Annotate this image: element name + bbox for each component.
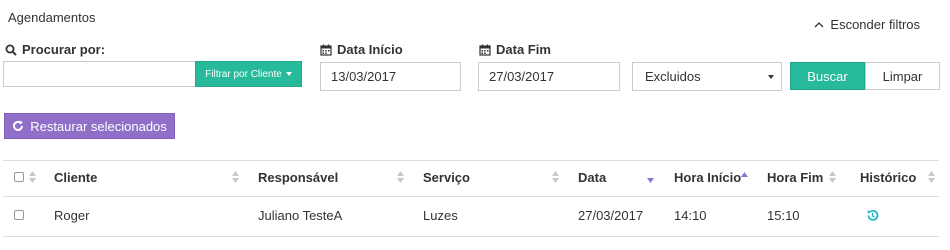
- page-title: Agendamentos: [8, 10, 96, 25]
- select-arrow-icon: [768, 74, 774, 79]
- restore-selected-button[interactable]: Restaurar selecionados: [4, 113, 175, 139]
- chevron-up-icon: [814, 22, 824, 28]
- sort-icon[interactable]: [232, 171, 239, 183]
- filter-client-label: Filtrar por Cliente: [205, 68, 282, 80]
- sort-icon[interactable]: [829, 171, 836, 183]
- calendar-icon: [479, 44, 491, 56]
- refresh-icon: [13, 120, 24, 131]
- cell-responsavel: Juliano TesteA: [258, 208, 343, 223]
- toggle-filters-label: Esconder filtros: [830, 17, 920, 32]
- row-checkbox[interactable]: [14, 210, 24, 220]
- sort-icon[interactable]: [29, 171, 36, 183]
- status-select-value: Excluidos: [645, 69, 701, 84]
- search-group: Filtrar por Cliente: [3, 61, 302, 87]
- restore-selected-label: Restaurar selecionados: [30, 118, 167, 134]
- select-all-checkbox[interactable]: [14, 172, 24, 182]
- clear-button[interactable]: Limpar: [865, 62, 940, 90]
- cell-cliente: Roger: [54, 208, 90, 223]
- table-top-border: [3, 160, 939, 161]
- start-date-label: Data Início: [320, 42, 403, 57]
- column-header-servico[interactable]: Serviço: [423, 170, 470, 185]
- column-header-hora-inicio[interactable]: Hora Início: [674, 170, 741, 185]
- search-button[interactable]: Buscar: [790, 62, 865, 90]
- sort-descending-icon[interactable]: [647, 177, 654, 184]
- sort-icon[interactable]: [928, 171, 935, 183]
- cell-hora-fim: 15:10: [767, 208, 800, 223]
- end-date-label-text: Data Fim: [496, 42, 551, 57]
- cell-hora-inicio: 14:10: [674, 208, 707, 223]
- status-select[interactable]: Excluidos: [632, 62, 782, 91]
- cell-servico: Luzes: [423, 208, 458, 223]
- cell-data: 27/03/2017: [578, 208, 644, 223]
- search-icon: [5, 44, 17, 56]
- end-date-input[interactable]: [478, 62, 620, 91]
- caret-down-icon: [285, 72, 292, 76]
- search-label-text: Procurar por:: [22, 42, 106, 57]
- sort-ascending-icon[interactable]: [741, 171, 748, 178]
- column-header-hora-fim[interactable]: Hora Fim: [767, 170, 823, 185]
- column-header-cliente[interactable]: Cliente: [54, 170, 97, 185]
- filter-client-button[interactable]: Filtrar por Cliente: [195, 61, 302, 87]
- start-date-label-text: Data Início: [337, 42, 403, 57]
- table-header-border: [3, 196, 939, 197]
- history-icon[interactable]: [866, 209, 879, 222]
- sort-icon[interactable]: [552, 171, 559, 183]
- column-header-responsavel[interactable]: Responsável: [258, 170, 338, 185]
- end-date-label: Data Fim: [479, 42, 551, 57]
- table-bottom-border: [3, 236, 939, 237]
- search-label: Procurar por:: [5, 42, 105, 57]
- start-date-input[interactable]: [320, 62, 461, 91]
- column-header-data[interactable]: Data: [578, 170, 606, 185]
- column-header-historico: Histórico: [860, 170, 917, 185]
- sort-icon[interactable]: [397, 171, 404, 183]
- toggle-filters-button[interactable]: Esconder filtros: [814, 17, 920, 32]
- search-input[interactable]: [3, 61, 195, 87]
- calendar-icon: [320, 44, 332, 56]
